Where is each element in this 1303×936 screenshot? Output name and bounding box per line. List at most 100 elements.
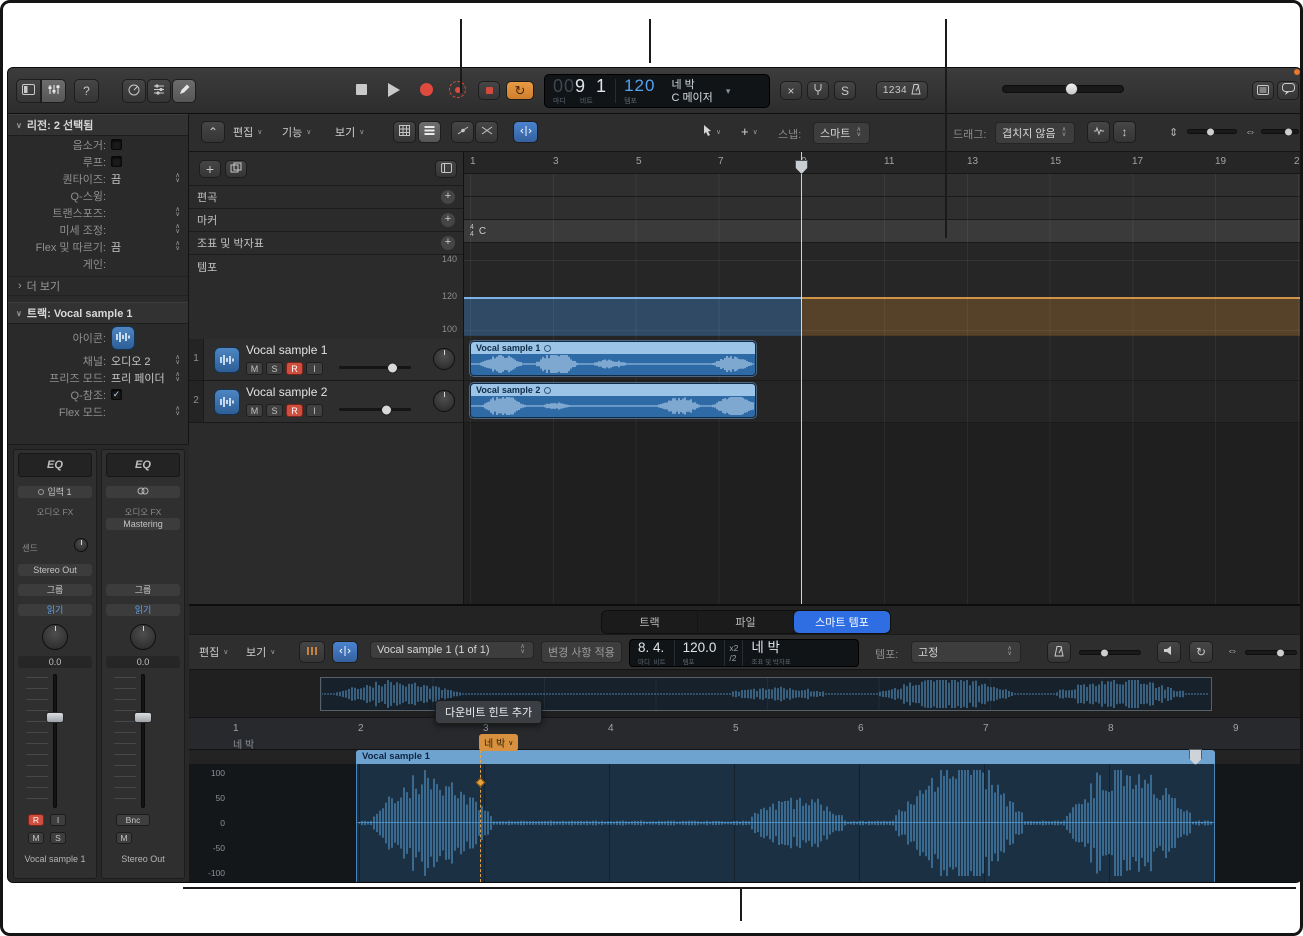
waveform-zoom-button[interactable]	[1087, 121, 1110, 143]
mute-button[interactable]: M	[116, 832, 132, 844]
preview-audio-button[interactable]	[1157, 641, 1181, 663]
count-in-button[interactable]: 1234	[876, 81, 928, 100]
controls-button[interactable]	[147, 79, 171, 103]
pencil-tool-button[interactable]	[172, 79, 196, 103]
stereo-format-slot[interactable]	[106, 486, 180, 498]
volume-knob[interactable]	[381, 404, 392, 415]
master-volume-knob[interactable]	[1065, 83, 1078, 96]
editor-cycle-button[interactable]: ↻	[1189, 641, 1213, 663]
record-enable-button[interactable]: R	[28, 814, 44, 826]
flex-button[interactable]	[513, 121, 538, 143]
snap-select[interactable]: 스마트 ∧∨	[813, 122, 870, 144]
editor-zoom-slider[interactable]	[1245, 650, 1297, 655]
stepper-icon[interactable]: ∧∨	[175, 373, 182, 382]
row-value[interactable]: 오디오 2	[111, 353, 175, 369]
volume-knob[interactable]	[387, 362, 398, 373]
row-value[interactable]: 끔	[111, 171, 175, 187]
add-marker-icon[interactable]: +	[441, 213, 455, 227]
editor-region-header[interactable]: Vocal sample 1	[356, 750, 1215, 764]
stepper-icon[interactable]: ∧∨	[175, 208, 182, 217]
drag-select[interactable]: 겹치지 않음 ∧∨	[995, 122, 1075, 144]
halve-tempo-button[interactable]: /2	[729, 653, 738, 663]
pointer-tool-menu[interactable]: ∨	[703, 124, 721, 139]
row-value[interactable]: 끔	[111, 239, 175, 255]
vertical-auto-zoom-button[interactable]: ↕	[1113, 121, 1136, 143]
double-tempo-button[interactable]: x2	[729, 643, 738, 653]
stop-button[interactable]	[356, 84, 367, 95]
editor-view-menu[interactable]: 보기∨	[246, 644, 275, 660]
edit-menu[interactable]: 편집∨	[233, 124, 262, 140]
stepper-icon[interactable]: ∧∨	[175, 407, 182, 416]
more-row[interactable]: › 더 보기	[8, 276, 188, 296]
track-input-monitor-button[interactable]: I	[306, 362, 323, 375]
track-header-options-button[interactable]	[435, 160, 457, 178]
volume-fader[interactable]	[14, 674, 96, 808]
track-input-monitor-button[interactable]: I	[306, 404, 323, 417]
track-volume-slider[interactable]	[339, 408, 411, 411]
grid-view-button[interactable]	[393, 121, 416, 143]
global-track-signature[interactable]: 조표 및 박자표 +	[189, 232, 463, 255]
mute-button[interactable]: M	[28, 832, 44, 844]
automation-curve-button[interactable]	[451, 121, 474, 143]
tempo-region-orange[interactable]	[801, 297, 1302, 336]
solo-mode-button[interactable]: S	[834, 81, 856, 100]
signature-lane[interactable]: 44 C	[464, 220, 1302, 243]
volume-fader[interactable]	[102, 674, 184, 808]
editor-bar-ruler[interactable]: 1 2 3 4 5 6 7 8 9 네 박	[189, 718, 1302, 750]
play-button[interactable]	[388, 83, 400, 97]
automation-slot[interactable]: 읽기	[106, 604, 180, 616]
editor-flex-button[interactable]	[332, 641, 358, 663]
track-solo-button[interactable]: S	[266, 362, 283, 375]
zoom-knob[interactable]	[1206, 127, 1215, 136]
tempo-region-blue[interactable]	[464, 297, 801, 336]
eq-thumbnail[interactable]: EQ	[18, 453, 92, 477]
library-toggle-button[interactable]	[16, 79, 41, 103]
track-header-2[interactable]: 2 Vocal sample 2 M S R I	[189, 381, 463, 423]
fader-cap[interactable]	[46, 712, 64, 723]
mixer-toggle-button[interactable]	[41, 79, 66, 103]
pan-knob[interactable]	[130, 624, 156, 650]
track-pan-knob[interactable]	[433, 390, 455, 412]
track-inspector-header[interactable]: ∨ 트랙: Vocal sample 1	[8, 302, 188, 324]
notes-button[interactable]	[1277, 81, 1299, 100]
zoom-knob[interactable]	[1276, 648, 1285, 657]
stepper-icon[interactable]: ∧∨	[175, 225, 182, 234]
functions-menu[interactable]: 기능∨	[282, 124, 311, 140]
tab-tracks[interactable]: 트랙	[602, 611, 698, 633]
lcd-display[interactable]: 0091 마디비트 120 템포 네 박 C 메이저 ▾	[544, 74, 770, 108]
global-track-marker[interactable]: 마커 +	[189, 209, 463, 232]
global-track-arrangement[interactable]: 편곡 +	[189, 186, 463, 209]
duplicate-track-button[interactable]	[225, 160, 247, 178]
track-pan-knob[interactable]	[433, 348, 455, 370]
volume-readout[interactable]: 0.0	[18, 656, 92, 668]
track-icon-button[interactable]	[111, 326, 135, 350]
secondary-tool-menu[interactable]: +∨	[741, 124, 758, 139]
replace-mode-button[interactable]	[478, 81, 500, 100]
help-button[interactable]: ?	[74, 79, 99, 103]
audio-region-1[interactable]: Vocal sample 1	[470, 341, 756, 376]
list-editors-button[interactable]	[1252, 81, 1274, 100]
plugin-slot[interactable]: Mastering	[106, 518, 180, 530]
fader-cap[interactable]	[134, 712, 152, 723]
track-icon[interactable]	[214, 389, 240, 415]
cycle-button[interactable]: ↻	[506, 81, 534, 100]
group-slot[interactable]: 그룹	[18, 584, 92, 596]
track-mute-button[interactable]: M	[246, 362, 263, 375]
input-monitor-button[interactable]: I	[50, 814, 66, 826]
editor-waveform-area[interactable]: 100 50 0 -50 -100	[189, 764, 1302, 882]
master-volume-slider[interactable]	[1002, 85, 1124, 93]
tuner-button[interactable]	[807, 81, 829, 100]
zoom-knob[interactable]	[1284, 127, 1293, 136]
volume-knob[interactable]	[1100, 648, 1109, 657]
apply-changes-button[interactable]: 변경 사항 적용	[541, 641, 622, 663]
input-slot[interactable]: 입력 1	[18, 486, 92, 498]
crossfade-button[interactable]	[475, 121, 498, 143]
mute-checkbox[interactable]	[111, 139, 122, 150]
tempo-lane[interactable]	[464, 243, 1302, 336]
add-signature-icon[interactable]: +	[441, 236, 455, 250]
tempo-mode-select[interactable]: 고정 ∧∨	[911, 641, 1021, 663]
beat-value-badge[interactable]: 네 박 ∨	[479, 734, 518, 751]
stepper-icon[interactable]: ∧∨	[175, 356, 182, 365]
catch-playhead-button[interactable]: ⌃	[201, 121, 225, 143]
track-name[interactable]: Vocal sample 2	[246, 385, 327, 399]
